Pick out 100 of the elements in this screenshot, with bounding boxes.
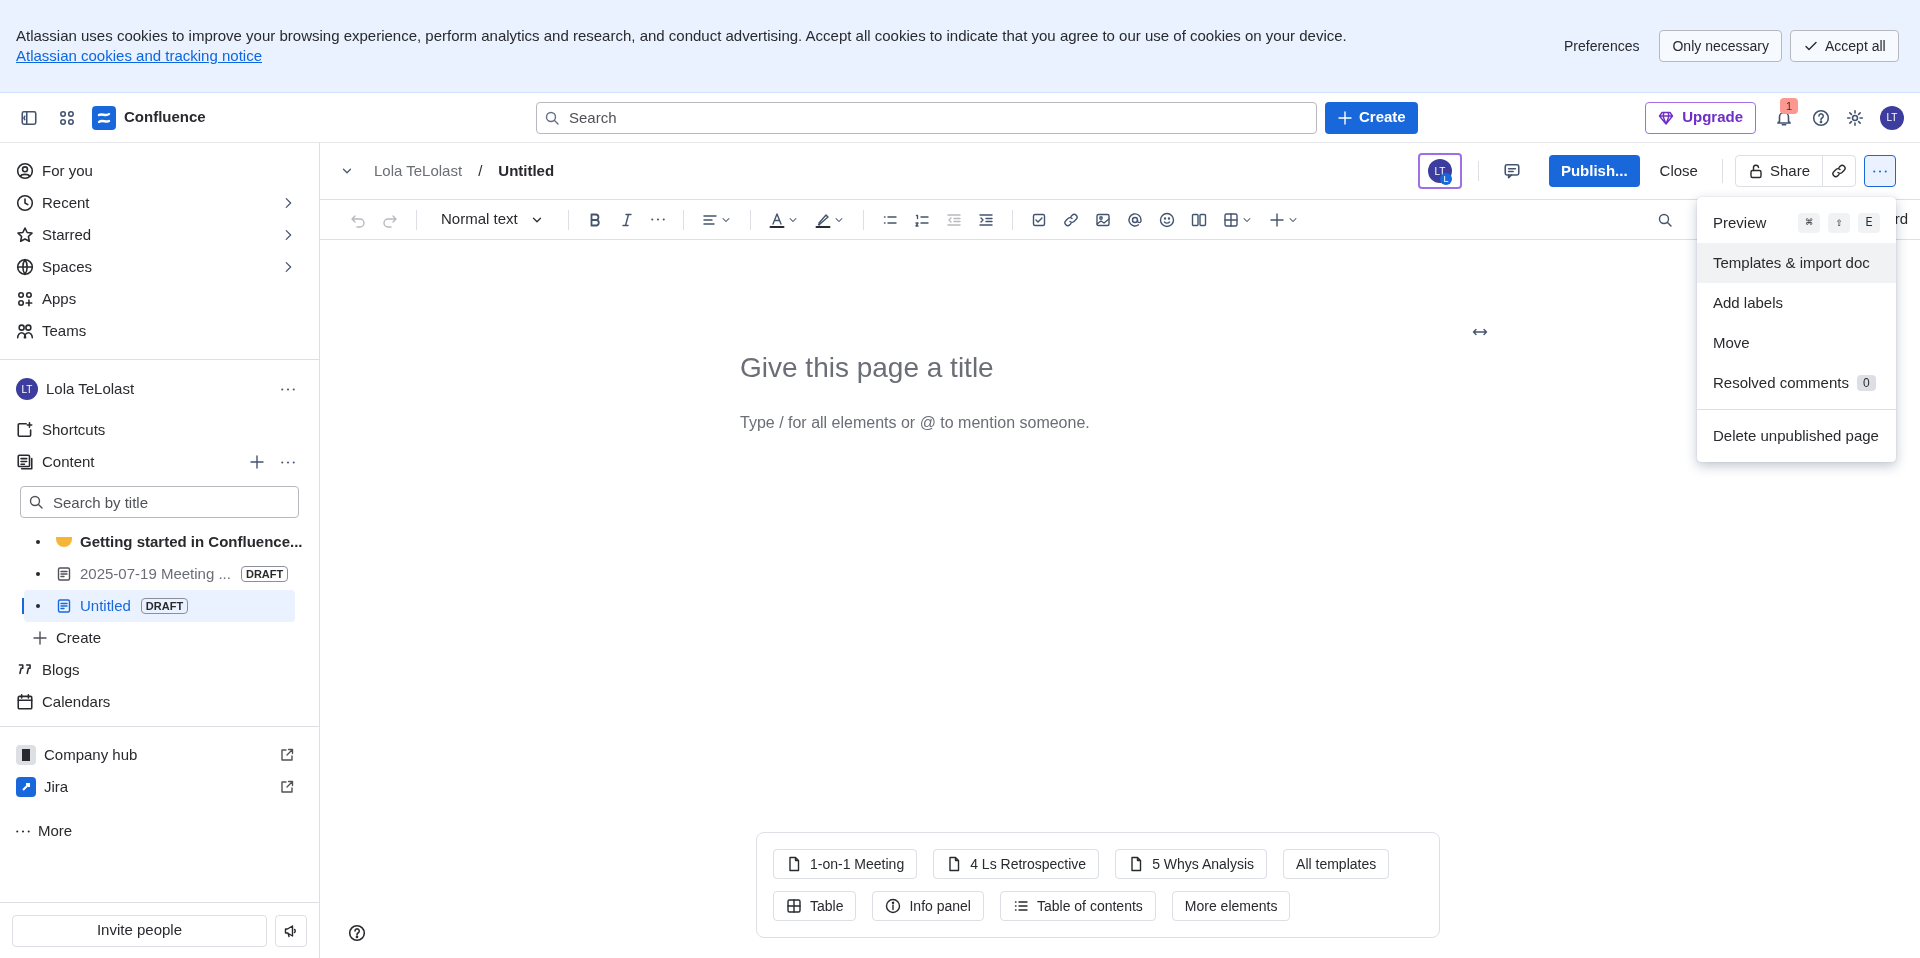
template-button[interactable]: 5 Whys Analysis bbox=[1115, 849, 1268, 879]
external-link-icon bbox=[279, 747, 295, 763]
content-icon bbox=[16, 453, 34, 471]
menu-item-label: Add labels bbox=[1713, 292, 1784, 313]
app-link[interactable]: Jira bbox=[0, 771, 319, 803]
feedback-button[interactable] bbox=[275, 914, 307, 947]
sidebar-item[interactable]: Shortcuts bbox=[0, 414, 319, 446]
page-title[interactable]: Getting started in Confluence... bbox=[80, 530, 303, 554]
toolbar-label[interactable]: rd bbox=[1894, 208, 1908, 231]
menu-item[interactable]: Resolved comments 0 bbox=[1697, 363, 1896, 403]
title-placeholder[interactable]: Give this page a title bbox=[740, 347, 994, 389]
publish-button[interactable]: Publish... bbox=[1548, 155, 1640, 187]
person-icon bbox=[16, 162, 34, 180]
breadcrumb-separator: / bbox=[478, 160, 483, 181]
link-icon bbox=[1831, 163, 1847, 179]
lock-icon bbox=[1747, 163, 1764, 179]
insert-element-button[interactable]: Info panel bbox=[872, 891, 984, 921]
checkbox-icon bbox=[1030, 211, 1047, 228]
template-button[interactable]: 1-on-1 Meeting bbox=[773, 849, 918, 879]
document-icon bbox=[786, 856, 802, 872]
text-style-dropdown[interactable]: Normal text bbox=[429, 203, 556, 236]
search-icon bbox=[544, 109, 560, 126]
collaborator-avatar[interactable]: LT L bbox=[1417, 153, 1462, 189]
more-icon[interactable] bbox=[281, 387, 295, 391]
comment-icon[interactable] bbox=[1502, 162, 1521, 180]
external-link-icon bbox=[279, 779, 295, 795]
plus-icon bbox=[249, 454, 265, 470]
link-icon bbox=[1062, 211, 1079, 228]
body-placeholder[interactable]: Type / for all elements or @ to mention someone. bbox=[740, 411, 1090, 435]
sidebar-toggle-icon[interactable] bbox=[20, 108, 38, 127]
search-field[interactable]: Search bbox=[536, 101, 1317, 134]
more-item[interactable]: More bbox=[0, 815, 319, 847]
insert-element-button[interactable]: More elements bbox=[1171, 891, 1291, 921]
menu-item[interactable]: Move bbox=[1697, 323, 1896, 363]
page-title[interactable]: 2025-07-19 Meeting ... bbox=[80, 562, 231, 586]
create-button[interactable]: Create bbox=[1325, 101, 1418, 134]
outdent-icon bbox=[945, 211, 962, 228]
product-name[interactable]: Confluence bbox=[124, 106, 206, 129]
menu-item-label: Templates & import doc bbox=[1713, 252, 1870, 273]
megaphone-icon bbox=[283, 922, 299, 939]
keyboard-key: ⇧ bbox=[1828, 213, 1850, 233]
only-necessary-button[interactable]: Only necessary bbox=[1659, 30, 1782, 62]
user-avatar[interactable]: LT bbox=[1880, 105, 1904, 130]
sidebar-item[interactable]: For you bbox=[0, 155, 319, 187]
menu-item-label: Resolved comments bbox=[1713, 372, 1849, 393]
menu-item[interactable]: Preview ⌘ ⇧ E bbox=[1697, 203, 1896, 243]
page-title[interactable]: Untitled bbox=[80, 594, 131, 618]
menu-item[interactable]: Templates & import doc bbox=[1697, 243, 1896, 283]
cookie-notice-text: Atlassian uses cookies to improve your browsing experience, perform analytics and research, and conduct advertising. Accept all cookies to indicate that you agree to our use of cookies on your device. Atlassian cookies and tracking notice bbox=[16, 26, 1348, 66]
menu-item-label: Move bbox=[1713, 332, 1750, 353]
columns-icon bbox=[1190, 211, 1207, 228]
settings-icon[interactable] bbox=[1846, 108, 1864, 127]
emoji-icon bbox=[1158, 211, 1175, 228]
accept-all-button[interactable]: Accept all bbox=[1789, 30, 1899, 62]
app-switcher-icon[interactable] bbox=[58, 108, 76, 127]
sidebar-item[interactable]: Starred bbox=[0, 219, 319, 251]
close-button[interactable]: Close bbox=[1647, 155, 1710, 187]
space-name[interactable]: Lola TeLolast bbox=[46, 377, 135, 401]
insert-element-button[interactable]: Table of contents bbox=[999, 891, 1156, 921]
page-tree-item[interactable]: 2025-07-19 Meeting ... DRAFT bbox=[24, 558, 295, 590]
star-icon bbox=[16, 226, 34, 244]
text-color-icon bbox=[768, 211, 785, 228]
count-badge: 0 bbox=[1856, 375, 1876, 391]
sidebar-item[interactable]: Recent bbox=[0, 187, 319, 219]
logo-icon[interactable] bbox=[92, 105, 116, 130]
help-icon[interactable] bbox=[348, 924, 366, 942]
shortcut-icon bbox=[16, 421, 34, 439]
page-breadcrumb: Untitled bbox=[498, 160, 555, 181]
app-link[interactable]: Company hub bbox=[0, 739, 319, 771]
sidebar-item[interactable]: Content bbox=[0, 446, 319, 478]
help-icon[interactable] bbox=[1812, 108, 1830, 127]
page-tree-item[interactable]: Untitled DRAFT bbox=[24, 590, 295, 622]
plus-icon bbox=[32, 630, 48, 646]
template-button[interactable]: 4 Ls Retrospective bbox=[933, 849, 1100, 879]
page-icon bbox=[56, 598, 72, 614]
create-item[interactable]: Create bbox=[32, 622, 287, 654]
sidebar-item[interactable]: Teams bbox=[0, 315, 319, 347]
preferences-button[interactable]: Preferences bbox=[1552, 30, 1652, 62]
keyboard-key: ⌘ bbox=[1798, 213, 1820, 233]
info-icon bbox=[885, 898, 902, 914]
upgrade-button[interactable]: Upgrade bbox=[1645, 101, 1756, 134]
sidebar-item[interactable]: Apps bbox=[0, 283, 319, 315]
sidebar-item[interactable]: Blogs bbox=[0, 654, 319, 686]
invite-people-button[interactable]: Invite people bbox=[12, 914, 267, 947]
sidebar-item[interactable]: Calendars bbox=[0, 686, 319, 718]
menu-item[interactable]: Delete unpublished page bbox=[1697, 416, 1896, 456]
search-by-title-field[interactable]: Search by title bbox=[20, 486, 299, 518]
sidebar-item[interactable]: Spaces bbox=[0, 251, 319, 283]
insert-element-button[interactable]: All templates bbox=[1283, 849, 1390, 879]
menu-item-label: Delete unpublished page bbox=[1713, 425, 1879, 446]
indent-icon bbox=[977, 211, 994, 228]
more-icon bbox=[1873, 169, 1887, 173]
breadcrumb-link[interactable]: Lola TeLolast bbox=[374, 159, 463, 183]
mention-icon bbox=[1126, 211, 1143, 228]
notification-count: 1 bbox=[1780, 97, 1799, 114]
insert-element-button[interactable]: Table bbox=[773, 891, 857, 921]
more-actions-button[interactable] bbox=[1864, 155, 1896, 187]
cookie-notice-link[interactable]: Atlassian cookies and tracking notice bbox=[16, 47, 262, 64]
menu-item[interactable]: Add labels bbox=[1697, 283, 1896, 323]
draft-badge: DRAFT bbox=[240, 566, 289, 582]
